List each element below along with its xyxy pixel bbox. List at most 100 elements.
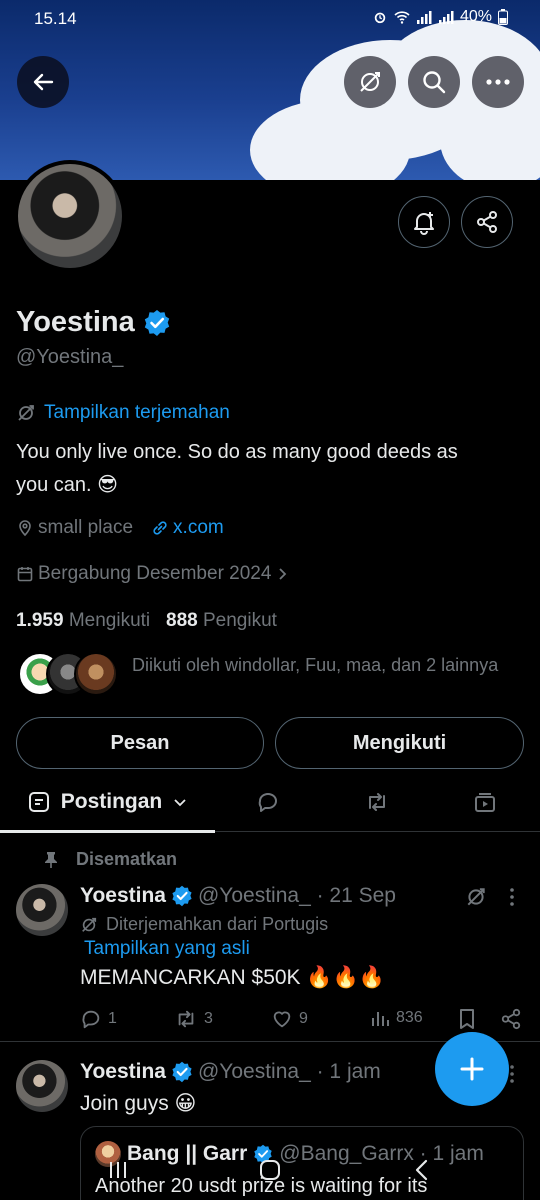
search-button[interactable] — [408, 56, 460, 108]
battery-icon — [498, 9, 508, 25]
plus-icon — [460, 1057, 484, 1081]
show-original-link[interactable]: Tampilkan yang asli — [84, 938, 250, 960]
post-handle-time: @Yoestina_ · 21 Sep — [197, 884, 396, 907]
posts-icon — [28, 792, 49, 812]
repost-icon — [369, 793, 385, 811]
views-action[interactable]: 836 — [370, 1008, 423, 1028]
translate-button[interactable] — [344, 56, 396, 108]
compose-post-button[interactable] — [435, 1032, 509, 1106]
bell-plus-icon — [414, 212, 434, 235]
link-icon — [153, 521, 167, 535]
verified-badge-icon[interactable] — [143, 309, 171, 337]
post-header: Yoestina @Yoestina_ · 1 jam — [80, 1060, 381, 1084]
post-actions: 1 3 9 836 — [80, 1008, 530, 1032]
recent-apps-icon — [110, 1162, 126, 1178]
search-icon — [423, 71, 446, 94]
repost-count: 3 — [204, 1010, 213, 1027]
post-more-icon[interactable] — [508, 886, 516, 908]
followed-by-row[interactable]: Diikuti oleh windollar, Fuu, maa, dan 2 … — [18, 652, 502, 700]
chevron-down-icon — [174, 799, 186, 807]
show-translation-link[interactable]: Tampilkan terjemahan — [16, 402, 230, 424]
back-nav-button[interactable] — [402, 1150, 442, 1190]
home-icon — [260, 1160, 280, 1180]
profile-tabs: Postingan — [0, 772, 540, 833]
message-button[interactable]: Pesan — [16, 717, 264, 769]
translate-icon — [360, 72, 380, 92]
system-nav-bar — [0, 1140, 540, 1200]
profile-website: x.com — [173, 517, 224, 538]
profile-meta-location-row: small place x.com — [16, 517, 224, 539]
arrow-left-icon — [33, 73, 54, 91]
tab-media[interactable] — [455, 772, 515, 832]
post-item[interactable]: Yoestina @Yoestina_ · 21 Sep Diterjemahk… — [0, 880, 540, 1042]
followed-by-text: Diikuti oleh windollar, Fuu, maa, dan 2 … — [132, 655, 499, 675]
post-author-name[interactable]: Yoestina — [80, 1060, 166, 1084]
signal-icon — [416, 11, 432, 24]
reply-icon — [82, 1010, 100, 1029]
avatar-image — [18, 164, 122, 268]
views-icon — [372, 1012, 389, 1026]
more-horizontal-icon — [486, 79, 510, 85]
tab-posts[interactable]: Postingan — [0, 772, 215, 833]
tab-replies[interactable] — [238, 772, 298, 832]
post-header: Yoestina @Yoestina_ · 21 Sep — [80, 884, 396, 908]
chevron-right-icon — [279, 568, 287, 580]
pinned-label-row: Disematkan — [44, 849, 177, 870]
battery-percent: 40% — [459, 8, 492, 25]
heart-icon — [273, 1011, 291, 1028]
show-translation-label: Tampilkan terjemahan — [44, 402, 230, 423]
translate-icon — [18, 405, 34, 421]
alarm-icon — [374, 12, 386, 24]
reply-icon — [258, 793, 277, 812]
recent-apps-button[interactable] — [98, 1150, 138, 1190]
calendar-icon — [17, 567, 33, 582]
wifi-icon — [394, 11, 410, 24]
status-time: 15.14 — [34, 9, 77, 28]
notification-subscribe-button[interactable] — [398, 196, 450, 248]
share-icon[interactable] — [500, 1008, 522, 1030]
repost-action[interactable]: 3 — [174, 1008, 213, 1030]
translated-from-row: Diterjemahkan dari Portugis — [80, 914, 328, 935]
profile-website-link[interactable]: x.com — [151, 517, 224, 539]
follow-stats: 1.959 Mengikuti 888 Pengikut — [16, 610, 277, 632]
post-text: Join guys 😀 — [80, 1092, 197, 1115]
post-more-icon[interactable] — [508, 1063, 516, 1085]
location-pin-icon — [19, 520, 31, 537]
share-icon — [477, 211, 497, 233]
repost-icon — [178, 1010, 194, 1028]
tab-reposts[interactable] — [347, 772, 407, 832]
post-author-name[interactable]: Yoestina — [80, 884, 166, 908]
profile-bio: You only live once. So do as many good d… — [16, 436, 516, 502]
like-count: 9 — [299, 1010, 308, 1027]
following-stat[interactable]: 1.959 Mengikuti — [16, 610, 150, 631]
active-tab-indicator — [0, 830, 215, 833]
home-button[interactable] — [250, 1150, 290, 1190]
post-text: MEMANCARKAN $50K 🔥🔥🔥 — [80, 966, 385, 989]
back-button[interactable] — [17, 56, 69, 108]
followers-stat[interactable]: 888 Pengikut — [166, 610, 277, 631]
pinned-label: Disematkan — [76, 849, 178, 869]
like-action[interactable]: 9 — [271, 1008, 308, 1030]
pin-icon — [45, 851, 57, 868]
bookmark-icon[interactable] — [457, 1008, 477, 1030]
translate-icon[interactable] — [465, 886, 487, 908]
profile-name-row: Yoestina — [16, 306, 171, 339]
verified-badge-icon — [172, 885, 192, 907]
reply-count: 1 — [108, 1010, 117, 1027]
status-bar: 15.14 40% — [0, 0, 540, 38]
following-count: 1.959 — [16, 610, 64, 631]
profile-joined-row[interactable]: Bergabung Desember 2024 — [16, 563, 289, 585]
profile-avatar[interactable] — [14, 160, 126, 272]
media-icon — [475, 793, 495, 812]
tab-posts-label: Postingan — [60, 790, 163, 813]
post-author-avatar[interactable] — [16, 1060, 68, 1112]
followers-count: 888 — [166, 610, 198, 631]
bio-line: you can. 😎 — [16, 474, 119, 496]
following-button[interactable]: Mengikuti — [275, 717, 524, 769]
reply-action[interactable]: 1 — [80, 1008, 117, 1030]
more-options-button[interactable] — [472, 56, 524, 108]
bio-line: You only live once. So do as many good d… — [16, 441, 458, 463]
post-author-avatar[interactable] — [16, 884, 68, 936]
share-profile-button[interactable] — [461, 196, 513, 248]
status-icons: 40% — [372, 8, 508, 26]
